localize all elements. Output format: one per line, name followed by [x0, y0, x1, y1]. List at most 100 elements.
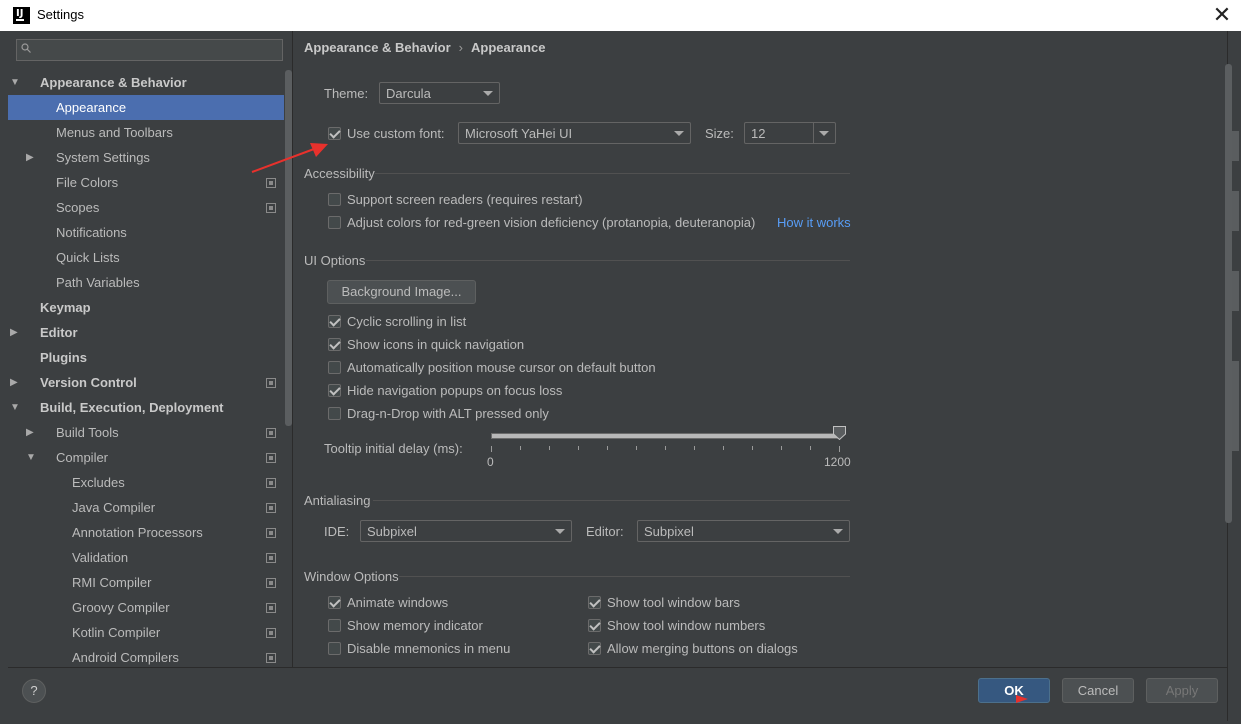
window-option-checkbox[interactable]	[588, 619, 601, 632]
tree-item[interactable]: RMI Compiler	[8, 570, 284, 595]
slider-thumb-icon[interactable]	[833, 426, 846, 440]
chevron-down-icon[interactable]: ▼	[10, 403, 20, 413]
ui-option-checkbox[interactable]	[328, 384, 341, 397]
tree-item-label: Build, Execution, Deployment	[40, 400, 224, 415]
window-option-checkbox[interactable]	[328, 642, 341, 655]
breadcrumb-current: Appearance	[471, 40, 546, 55]
tree-item-label: Excludes	[72, 475, 125, 490]
editor-antialiasing-dropdown[interactable]: Subpixel	[637, 520, 850, 542]
font-size-combobox[interactable]: 12	[744, 122, 836, 144]
color-deficiency-checkbox[interactable]	[328, 216, 341, 229]
ui-option-checkbox[interactable]	[328, 315, 341, 328]
tree-item-label: Plugins	[40, 350, 87, 365]
editor-antialiasing-label: Editor:	[586, 524, 624, 539]
window-option-checkbox[interactable]	[588, 596, 601, 609]
chevron-down-icon	[819, 131, 829, 136]
tree-scrollbar[interactable]	[285, 70, 292, 426]
chevron-right-icon[interactable]: ▶	[10, 378, 20, 388]
slider-tick	[549, 446, 550, 450]
close-button[interactable]: ✕	[1204, 0, 1240, 31]
tree-item[interactable]: ▶ System Settings	[8, 145, 284, 170]
help-button[interactable]: ?	[22, 679, 46, 703]
ok-button[interactable]: OK	[978, 678, 1050, 703]
tree-item[interactable]: Path Variables	[8, 270, 284, 295]
tree-item[interactable]: Kotlin Compiler	[8, 620, 284, 645]
content-scrollbar[interactable]	[1225, 64, 1232, 523]
window-option-label: Animate windows	[347, 595, 449, 610]
font-dropdown[interactable]: Microsoft YaHei UI	[458, 122, 691, 144]
chevron-right-icon[interactable]: ▶	[26, 153, 36, 163]
slider-tick	[810, 446, 811, 450]
chevron-down-icon	[833, 529, 843, 534]
screen-readers-checkbox[interactable]	[328, 193, 341, 206]
window-option-checkbox[interactable]	[328, 619, 341, 632]
tree-item-label: File Colors	[56, 175, 119, 190]
title-bar: IJ Settings ✕	[0, 0, 1241, 32]
antialiasing-section-title: Antialiasing	[304, 493, 371, 508]
tree-item[interactable]: Appearance	[8, 95, 284, 120]
tree-item[interactable]: ▶ Editor	[8, 320, 284, 345]
ide-antialiasing-dropdown[interactable]: Subpixel	[360, 520, 572, 542]
slider-tick	[694, 446, 695, 450]
ui-option-checkbox[interactable]	[328, 407, 341, 420]
tree-item[interactable]: Annotation Processors	[8, 520, 284, 545]
intellij-logo-icon: IJ	[13, 7, 30, 24]
chevron-right-icon[interactable]: ▶	[26, 428, 36, 438]
editor-antialiasing-value: Subpixel	[644, 524, 694, 539]
tree-item[interactable]: Scopes	[8, 195, 284, 220]
how-it-works-link[interactable]: How it works	[777, 215, 851, 230]
slider-tick	[839, 446, 840, 452]
chevron-down-icon	[483, 91, 493, 96]
tree-item[interactable]: Validation	[8, 545, 284, 570]
section-divider	[373, 500, 850, 501]
tree-item[interactable]: File Colors	[8, 170, 284, 195]
tooltip-delay-slider-track[interactable]	[491, 433, 841, 439]
tree-item[interactable]: Keymap	[8, 295, 284, 320]
tree-item[interactable]: Java Compiler	[8, 495, 284, 520]
project-scope-icon	[266, 178, 276, 188]
window-option-label: Show memory indicator	[347, 618, 483, 633]
tree-item[interactable]: Excludes	[8, 470, 284, 495]
ui-option-checkbox[interactable]	[328, 361, 341, 374]
project-scope-icon	[266, 603, 276, 613]
window-option-checkbox[interactable]	[328, 596, 341, 609]
project-scope-icon	[266, 553, 276, 563]
apply-button[interactable]: Apply	[1146, 678, 1218, 703]
tree-item[interactable]: ▼ Build, Execution, Deployment	[8, 395, 284, 420]
chevron-down-icon[interactable]: ▼	[10, 78, 20, 88]
window-option-checkbox[interactable]	[588, 642, 601, 655]
tree-item-label: RMI Compiler	[72, 575, 152, 590]
tree-item-label: Menus and Toolbars	[56, 125, 173, 140]
tree-item[interactable]: ▶ Version Control	[8, 370, 284, 395]
tree-item[interactable]: ▼ Compiler	[8, 445, 284, 470]
project-scope-icon	[266, 653, 276, 663]
tree-item[interactable]: ▶ Build Tools	[8, 420, 284, 445]
ide-antialiasing-label: IDE:	[324, 524, 350, 539]
background-image-button[interactable]: Background Image...	[327, 280, 476, 304]
settings-search-input[interactable]	[16, 39, 283, 61]
tree-item[interactable]: Notifications	[8, 220, 284, 245]
font-size-label: Size:	[705, 126, 734, 141]
section-divider	[375, 173, 850, 174]
chevron-right-icon[interactable]: ▶	[10, 328, 20, 338]
tree-item-label: Build Tools	[56, 425, 119, 440]
ui-options-section-title: UI Options	[304, 253, 366, 268]
tree-item-label: Notifications	[56, 225, 127, 240]
tree-item[interactable]: Plugins	[8, 345, 284, 370]
slider-tick	[781, 446, 782, 450]
slider-tick	[723, 446, 724, 450]
ui-option-checkbox[interactable]	[328, 338, 341, 351]
tree-item-label: Compiler	[56, 450, 109, 465]
cancel-button[interactable]: Cancel	[1062, 678, 1134, 703]
window-option-label: Allow merging buttons on dialogs	[607, 641, 798, 656]
tree-item[interactable]: Menus and Toolbars	[8, 120, 284, 145]
slider-tick	[578, 446, 579, 450]
use-custom-font-checkbox[interactable]	[328, 127, 341, 140]
annotation-arrow-icon	[251, 143, 328, 173]
tree-item[interactable]: ▼ Appearance & Behavior	[8, 70, 284, 95]
tree-item[interactable]: Quick Lists	[8, 245, 284, 270]
tree-item[interactable]: Groovy Compiler	[8, 595, 284, 620]
theme-dropdown[interactable]: Darcula	[379, 82, 500, 104]
chevron-down-icon[interactable]: ▼	[26, 453, 36, 463]
breadcrumb-parent[interactable]: Appearance & Behavior	[304, 40, 451, 55]
